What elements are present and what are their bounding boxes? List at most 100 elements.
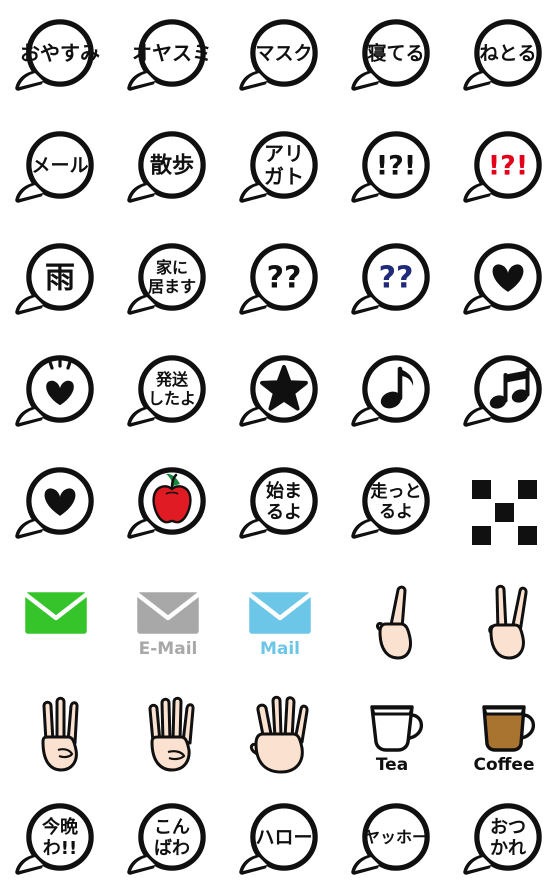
- emoji-cell[interactable]: [112, 672, 224, 784]
- bubble-text-line: オヤスミ: [132, 41, 212, 65]
- emoji-cell[interactable]: [112, 448, 224, 560]
- emoji-cell[interactable]: Tea: [336, 672, 448, 784]
- emoji-cell[interactable]: アリ ガト: [224, 112, 336, 224]
- envelope-email-gray[interactable]: E-Mail: [122, 570, 214, 662]
- checkerboard-pattern[interactable]: [458, 458, 550, 550]
- bubble-double-music-note[interactable]: [458, 346, 550, 438]
- emoji-cell[interactable]: Coffee: [448, 672, 560, 784]
- emoji-cell[interactable]: オヤスミ: [112, 0, 224, 112]
- bubble-music-note[interactable]: [346, 346, 438, 438]
- bubble-konbawa[interactable]: こん ばわ: [122, 794, 214, 886]
- emoji-cell[interactable]: メール: [0, 112, 112, 224]
- envelope-icon: E-Mail: [132, 587, 204, 659]
- envelope-green[interactable]: [10, 570, 102, 662]
- bubble-otsukare[interactable]: おつ かれ: [458, 794, 550, 886]
- emoji-cell[interactable]: 散歩: [112, 112, 224, 224]
- emoji-cell[interactable]: !?!: [336, 112, 448, 224]
- emoji-cell[interactable]: 発送 したよ: [112, 336, 224, 448]
- bubble-netoru[interactable]: ねとる: [458, 10, 550, 102]
- hand-four-fingers[interactable]: [122, 682, 214, 774]
- bubble-text-line: マスク: [255, 43, 312, 65]
- emoji-cell[interactable]: ??: [224, 224, 336, 336]
- emoji-cell[interactable]: 今晩 わ!!: [0, 784, 112, 896]
- emoji-cell[interactable]: [448, 560, 560, 672]
- bubble-mask[interactable]: マスク: [234, 10, 326, 102]
- speech-bubble-shape: [127, 467, 206, 539]
- emoji-cell[interactable]: [336, 560, 448, 672]
- bubble-interrobang-red[interactable]: !?!: [458, 122, 550, 214]
- bubble-mail-katakana[interactable]: メール: [10, 122, 102, 214]
- teacup-icon: Tea: [370, 705, 424, 775]
- speech-bubble-shape: !?!: [351, 131, 430, 203]
- bubble-arigato[interactable]: アリ ガト: [234, 122, 326, 214]
- bubble-apple[interactable]: [122, 458, 214, 550]
- emoji-cell[interactable]: おやすみ: [0, 0, 112, 112]
- speech-bubble-shape: 発送したよ: [127, 355, 206, 427]
- bubble-sparkling-heart[interactable]: [10, 346, 102, 438]
- bubble-ie-ni-imasu[interactable]: 家に 居ます: [122, 234, 214, 326]
- envelope-icon: [20, 587, 92, 639]
- emoji-cell[interactable]: !?!: [448, 112, 560, 224]
- bubble-text-line: るよ: [266, 502, 302, 523]
- emoji-cell[interactable]: ハロー: [224, 784, 336, 896]
- bubble-hajimaruyo[interactable]: 始ま るよ: [234, 458, 326, 550]
- bubble-double-question-black[interactable]: ??: [234, 234, 326, 326]
- emoji-cell[interactable]: Mail: [224, 560, 336, 672]
- emoji-cell[interactable]: 始ま るよ: [224, 448, 336, 560]
- bubble-text-line: !?!: [376, 150, 416, 181]
- bubble-text-line: わ!!: [43, 838, 77, 859]
- emoji-cell[interactable]: ねとる: [448, 0, 560, 112]
- emoji-cell[interactable]: マスク: [224, 0, 336, 112]
- emoji-cell[interactable]: こん ばわ: [112, 784, 224, 896]
- emoji-cell[interactable]: [0, 560, 112, 672]
- bubble-text-line: 走っと: [371, 481, 422, 502]
- emoji-cell[interactable]: 雨: [0, 224, 112, 336]
- bubble-double-question-blue[interactable]: ??: [346, 234, 438, 326]
- bubble-text-line: ばわ: [154, 838, 190, 859]
- bubble-ame-rain[interactable]: 雨: [10, 234, 102, 326]
- speech-bubble-shape: ハロー: [239, 803, 318, 875]
- emoji-cell[interactable]: [0, 336, 112, 448]
- emoji-cell[interactable]: [448, 336, 560, 448]
- bubble-hassou-shitayo[interactable]: 発送 したよ: [122, 346, 214, 438]
- bubble-interrobang-black[interactable]: !?!: [346, 122, 438, 214]
- emoji-cell[interactable]: [336, 336, 448, 448]
- emoji-cell[interactable]: 寝てる: [336, 0, 448, 112]
- cup-coffee[interactable]: Coffee: [458, 682, 550, 775]
- bubble-text-line: こん: [154, 817, 190, 838]
- emoji-cell[interactable]: ヤッホー: [336, 784, 448, 896]
- emoji-cell[interactable]: [448, 224, 560, 336]
- speech-bubble-shape: ヤッホー: [351, 803, 430, 875]
- emoji-cell[interactable]: E-Mail: [112, 560, 224, 672]
- speech-bubble-shape: おやすみ: [15, 19, 100, 91]
- cup-tea[interactable]: Tea: [346, 682, 438, 775]
- hand-pointing-up[interactable]: [346, 570, 438, 662]
- emoji-cell[interactable]: ??: [336, 224, 448, 336]
- bubble-star[interactable]: [234, 346, 326, 438]
- emoji-cell[interactable]: 家に 居ます: [112, 224, 224, 336]
- emoji-grid: おやすみ オヤスミ マスク 寝てる ねとる メール 散歩 アリ ガト !?! !…: [0, 0, 560, 896]
- bubble-yahoo[interactable]: ヤッホー: [346, 794, 438, 886]
- bubble-heart-plain[interactable]: [10, 458, 102, 550]
- emoji-cell[interactable]: [224, 336, 336, 448]
- bubble-konban-wa[interactable]: 今晩 わ!!: [10, 794, 102, 886]
- bubble-neteru[interactable]: 寝てる: [346, 10, 438, 102]
- speech-bubble-shape: [15, 467, 94, 539]
- bubble-heart[interactable]: [458, 234, 550, 326]
- emoji-cell[interactable]: 走っと るよ: [336, 448, 448, 560]
- emoji-cell[interactable]: [224, 672, 336, 784]
- emoji-cell[interactable]: [0, 672, 112, 784]
- emoji-cell[interactable]: [448, 448, 560, 560]
- bubble-oyasumi[interactable]: おやすみ: [10, 10, 102, 102]
- emoji-cell[interactable]: [0, 448, 112, 560]
- envelope-mail-blue[interactable]: Mail: [234, 570, 326, 662]
- hand-victory[interactable]: [458, 570, 550, 662]
- bubble-hello[interactable]: ハロー: [234, 794, 326, 886]
- hand-open-palm[interactable]: [234, 682, 326, 774]
- bubble-oyasumi-katakana[interactable]: オヤスミ: [122, 10, 214, 102]
- speech-bubble-shape: マスク: [239, 19, 318, 91]
- bubble-hashittoruyo[interactable]: 走っと るよ: [346, 458, 438, 550]
- bubble-sanpo[interactable]: 散歩: [122, 122, 214, 214]
- emoji-cell[interactable]: おつ かれ: [448, 784, 560, 896]
- hand-three-fingers[interactable]: [10, 682, 102, 774]
